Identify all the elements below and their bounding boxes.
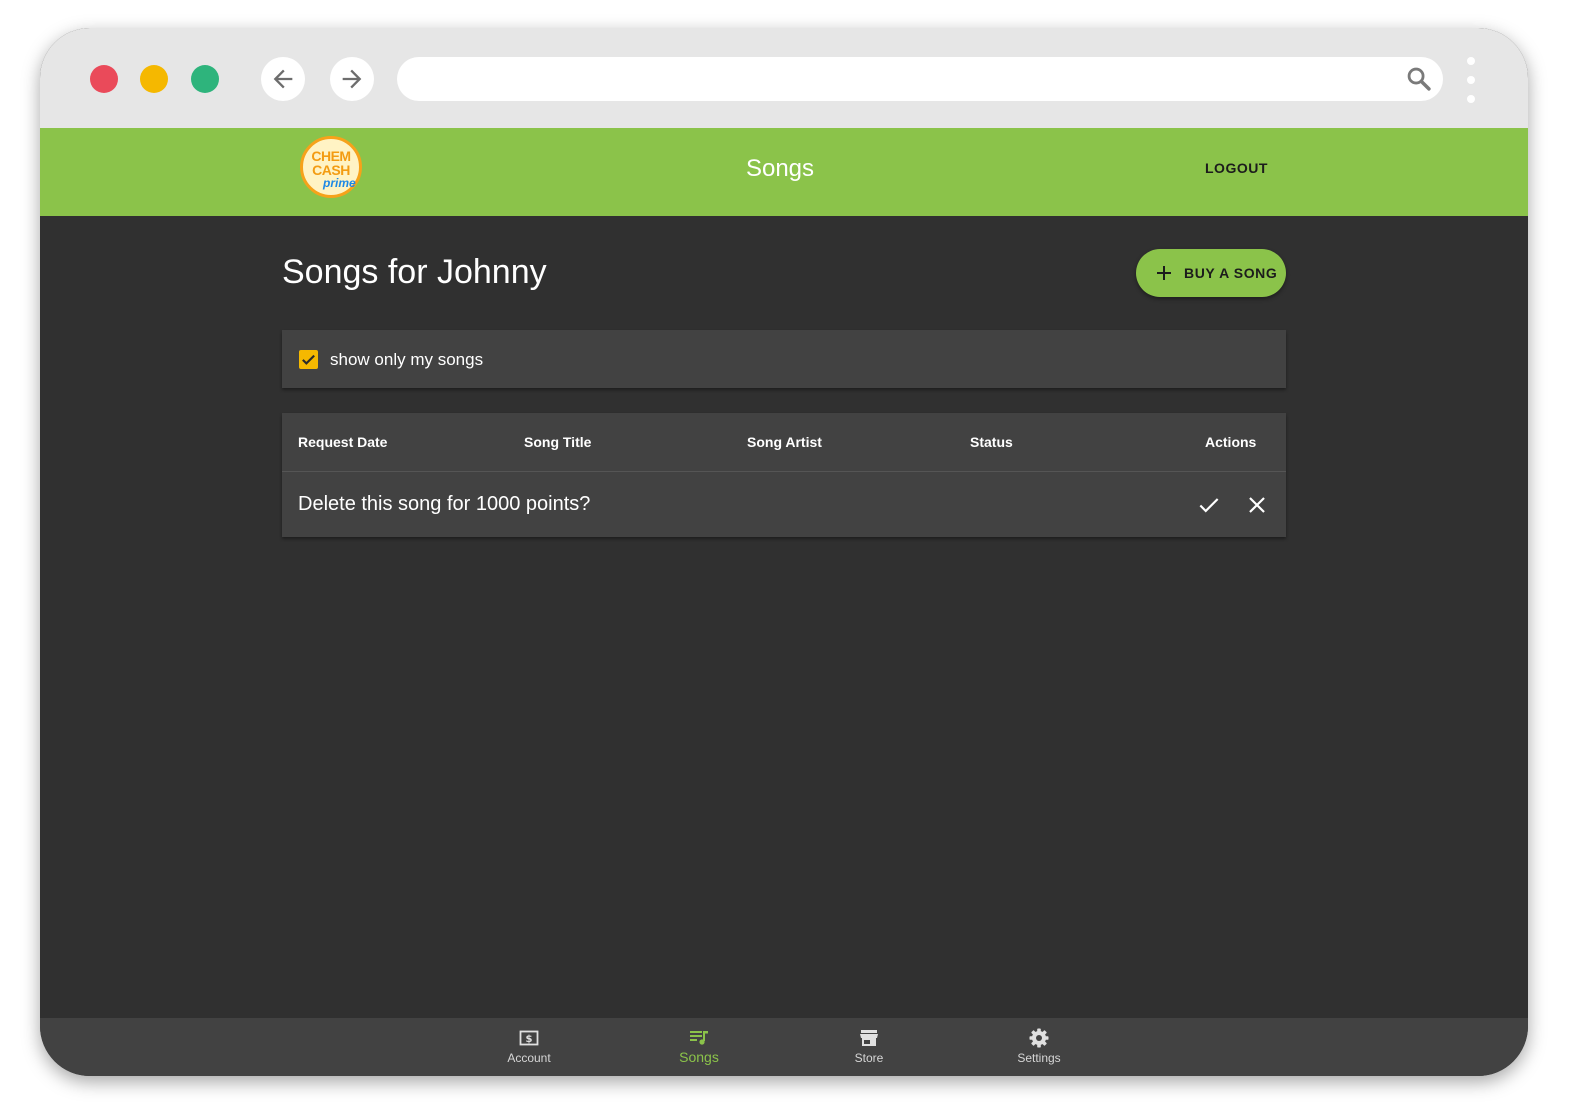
minimize-window-button[interactable] (140, 65, 168, 93)
filter-label[interactable]: show only my songs (330, 349, 483, 371)
nav-label-songs: Songs (679, 1049, 719, 1065)
show-only-my-songs-checkbox[interactable] (299, 350, 318, 369)
store-icon (860, 1030, 878, 1046)
app-header: CHEM CASH prime Songs LOGOUT (40, 128, 1528, 216)
nav-item-songs[interactable]: Songs (649, 1018, 749, 1076)
gear-icon (1029, 1028, 1049, 1048)
buy-song-label: BUY A SONG (1184, 265, 1278, 281)
maximize-window-button[interactable] (191, 65, 219, 93)
check-icon (302, 354, 315, 365)
plus-icon (1157, 266, 1171, 280)
search-icon[interactable] (1405, 65, 1433, 93)
column-song-title[interactable]: Song Title (524, 433, 591, 451)
bottom-navigation: $ Account Songs Store Settings (40, 1018, 1528, 1076)
logout-button[interactable]: LOGOUT (1205, 158, 1268, 178)
nav-item-account[interactable]: $ Account (479, 1018, 579, 1076)
table-header: Request Date Song Title Song Artist Stat… (282, 413, 1286, 472)
queue-music-icon (690, 1031, 708, 1045)
nav-item-settings[interactable]: Settings (989, 1018, 1089, 1076)
column-request-date[interactable]: Request Date (298, 433, 387, 451)
delete-confirmation-row: Delete this song for 1000 points? (282, 472, 1286, 537)
nav-item-store[interactable]: Store (819, 1018, 919, 1076)
nav-label-account: Account (507, 1051, 551, 1065)
page-title: Songs for Johnny (282, 253, 547, 291)
buy-song-button[interactable]: BUY A SONG (1136, 249, 1286, 297)
column-actions: Actions (1205, 434, 1257, 450)
arrow-right-icon (342, 69, 362, 89)
column-status[interactable]: Status (970, 433, 1013, 451)
songs-table: Request Date Song Title Song Artist Stat… (282, 413, 1286, 537)
browser-toolbar (40, 28, 1528, 128)
column-song-artist[interactable]: Song Artist (747, 433, 822, 451)
nav-label-store: Store (854, 1051, 884, 1065)
forward-button[interactable] (330, 57, 374, 101)
filter-panel: show only my songs (282, 330, 1286, 388)
browser-window: CHEM CASH prime Songs LOGOUT Songs for J… (40, 28, 1528, 1076)
cancel-close-icon[interactable] (1244, 492, 1270, 518)
app-title: Songs (745, 155, 815, 182)
confirm-check-icon[interactable] (1196, 492, 1222, 518)
delete-prompt: Delete this song for 1000 points? (298, 493, 591, 515)
more-options-icon[interactable] (1466, 55, 1476, 105)
nav-label-settings: Settings (1017, 1051, 1061, 1065)
account-dollar-icon: $ (519, 1030, 539, 1046)
close-window-button[interactable] (90, 65, 118, 93)
back-button[interactable] (261, 57, 305, 101)
svg-text:$: $ (526, 1034, 533, 1045)
arrow-left-icon (273, 69, 293, 89)
address-bar[interactable] (397, 57, 1443, 101)
